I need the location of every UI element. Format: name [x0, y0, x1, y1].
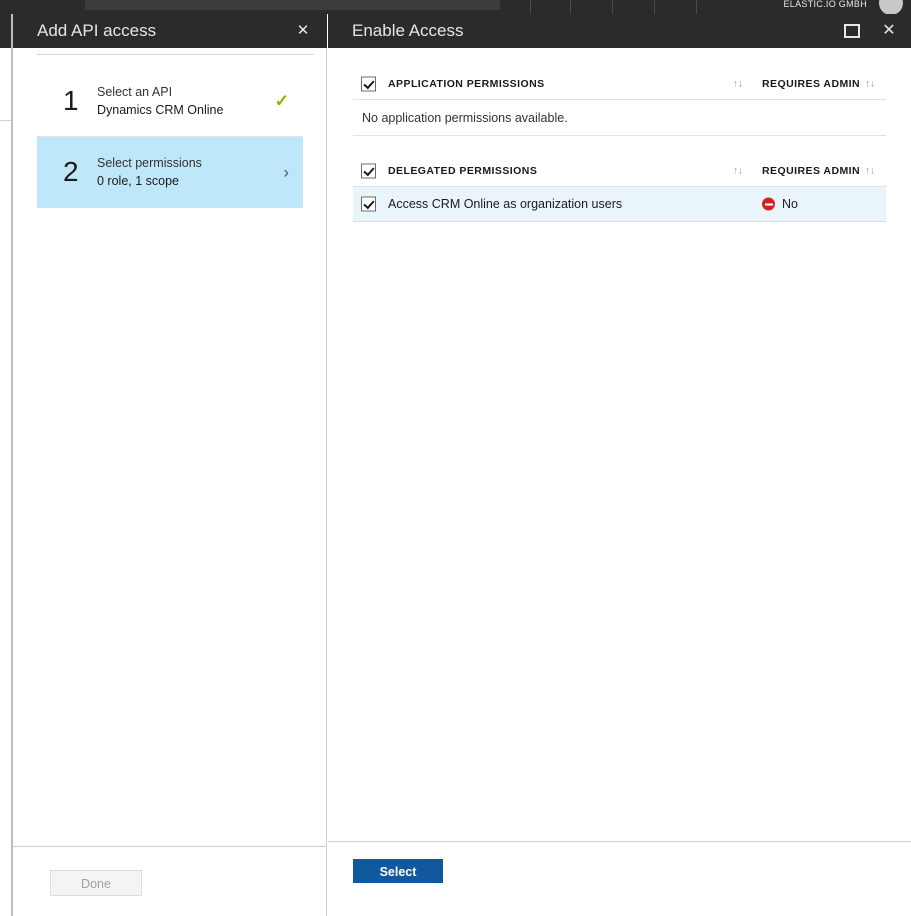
previous-blade-rule: [0, 120, 11, 121]
wizard-step-select-permissions[interactable]: 2 Select permissions 0 role, 1 scope ›: [37, 137, 303, 208]
wizard-steps: 1 Select an API Dynamics CRM Online ✓ 2 …: [37, 66, 303, 208]
add-api-access-header: Add API access ✕: [13, 14, 327, 48]
sort-icon[interactable]: ↑↓: [733, 78, 743, 89]
permission-name: Access CRM Online as organization users: [388, 197, 623, 211]
step-title: Select permissions: [97, 156, 202, 170]
topnav-divider: [530, 0, 531, 14]
add-api-access-footer: Done: [13, 846, 326, 916]
blade-divider: [326, 48, 327, 916]
maximize-icon[interactable]: [837, 14, 867, 48]
page-title: Add API access: [37, 21, 157, 40]
application-permissions-header: APPLICATION PERMISSIONS ↑↓ REQUIRES ADMI…: [353, 68, 886, 100]
tenant-name: ELASTIC.IO GMBH: [783, 0, 867, 9]
delegated-permissions-header: DELEGATED PERMISSIONS ↑↓ REQUIRES ADMIN …: [353, 155, 886, 187]
select-all-delegated-permissions-checkbox[interactable]: [361, 163, 376, 178]
topnav-divider: [570, 0, 571, 14]
sort-icon[interactable]: ↑↓: [865, 78, 875, 89]
permissions-area: APPLICATION PERMISSIONS ↑↓ REQUIRES ADMI…: [353, 68, 886, 222]
select-button[interactable]: Select: [353, 859, 443, 883]
select-all-application-permissions-checkbox[interactable]: [361, 76, 376, 91]
wizard-step-select-api[interactable]: 1 Select an API Dynamics CRM Online ✓: [37, 66, 303, 137]
step-number: 1: [63, 85, 79, 116]
add-api-access-blade: Add API access ✕ 1 Select an API Dynamic…: [13, 14, 327, 916]
step-subtitle: 0 role, 1 scope: [97, 174, 179, 188]
sort-icon[interactable]: ↑↓: [865, 165, 875, 176]
header-underline: [37, 54, 314, 55]
enable-access-header: Enable Access ✕: [328, 14, 911, 48]
column-header-requires-admin: REQUIRES ADMIN: [762, 77, 861, 90]
avatar[interactable]: [879, 0, 903, 14]
previous-blade-header: [0, 14, 11, 48]
table-row[interactable]: Access CRM Online as organization users …: [353, 187, 886, 222]
no-entry-icon: [762, 197, 775, 211]
azure-top-nav: ELASTIC.IO GMBH: [0, 0, 911, 14]
page-title: Enable Access: [352, 21, 464, 40]
close-icon[interactable]: ✕: [873, 14, 905, 48]
step-subtitle: Dynamics CRM Online: [97, 103, 224, 117]
close-icon[interactable]: ✕: [287, 14, 319, 48]
topnav-divider: [654, 0, 655, 14]
enable-access-blade: Enable Access ✕ APPLICATION PERMISSIONS …: [328, 14, 911, 916]
step-title: Select an API: [97, 85, 173, 99]
column-header-requires-admin: REQUIRES ADMIN: [762, 164, 861, 177]
check-icon: ✓: [274, 91, 289, 111]
chevron-right-icon: ›: [283, 162, 289, 182]
row-checkbox[interactable]: [361, 196, 376, 212]
empty-message: No application permissions available.: [362, 110, 568, 125]
topnav-divider: [696, 0, 697, 14]
global-search-input[interactable]: [85, 0, 500, 10]
column-header-permission: APPLICATION PERMISSIONS: [388, 77, 545, 90]
done-button[interactable]: Done: [50, 870, 142, 896]
previous-blade-sliver[interactable]: [0, 14, 11, 916]
step-number: 2: [63, 156, 79, 187]
requires-admin-value: No: [782, 197, 798, 211]
column-header-permission: DELEGATED PERMISSIONS: [388, 164, 538, 177]
sort-icon[interactable]: ↑↓: [733, 165, 743, 176]
enable-access-footer: Select: [328, 841, 911, 916]
topnav-divider: [612, 0, 613, 14]
application-permissions-empty-row: No application permissions available.: [353, 100, 886, 136]
